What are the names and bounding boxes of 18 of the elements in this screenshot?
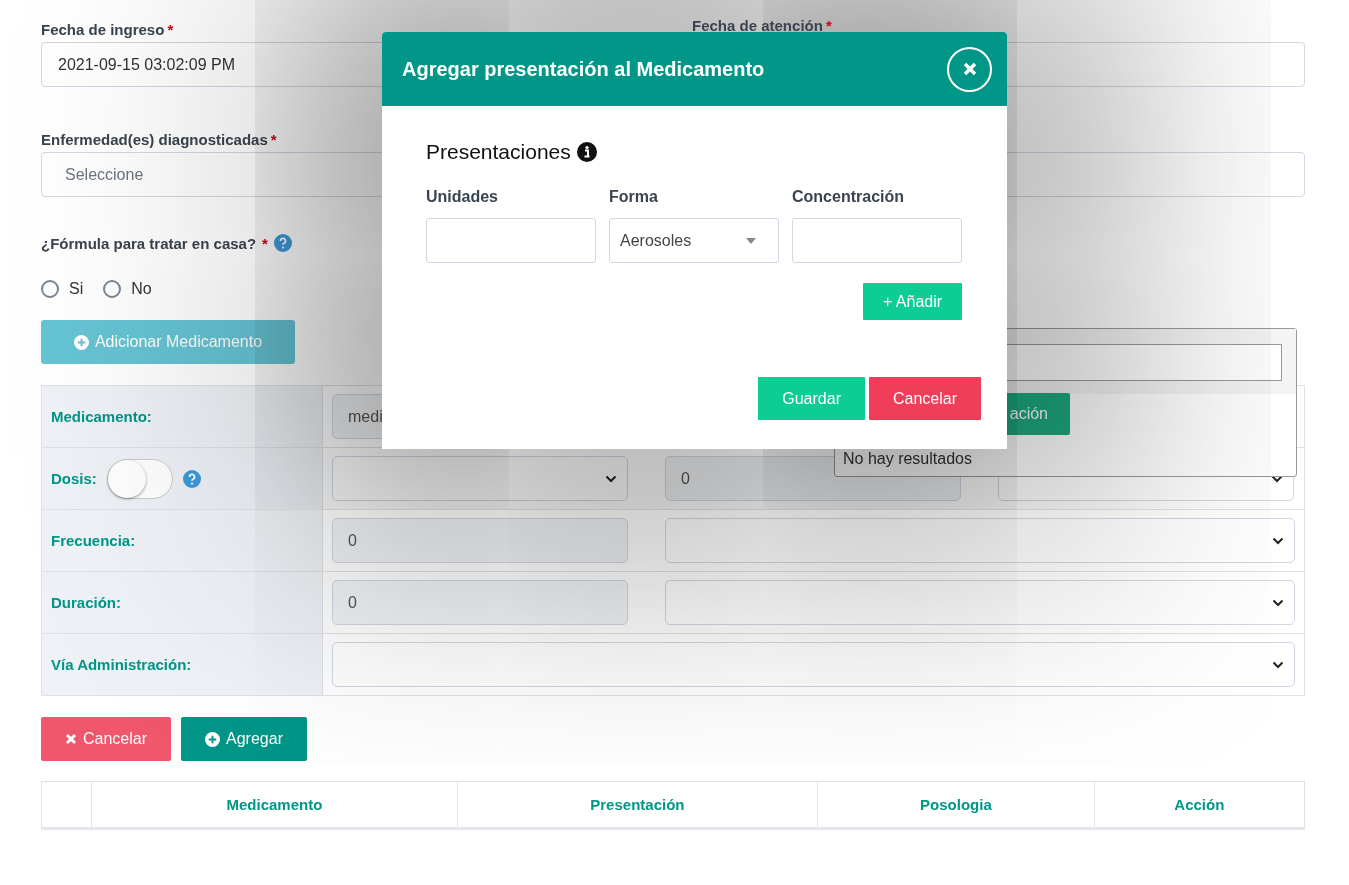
column-header: Acción: [1174, 796, 1225, 813]
required-mark: *: [167, 20, 174, 38]
column-header: Medicamento: [226, 796, 323, 813]
field-label: Fecha de ingreso: [41, 20, 165, 38]
row-label: Duración:: [51, 593, 121, 611]
row-label: Medicamento:: [51, 407, 152, 425]
column-header: Posologia: [920, 796, 992, 813]
field-label: Concentración: [792, 188, 905, 206]
required-mark: *: [270, 130, 277, 148]
required-mark: *: [825, 16, 832, 34]
question-label: ¿Fórmula para tratar en casa?: [41, 234, 257, 252]
field-label: Fecha de atención: [692, 16, 823, 34]
required-mark: *: [262, 234, 268, 252]
row-label: Vía Administración:: [51, 655, 192, 673]
column-header: Presentación: [590, 796, 685, 813]
row-label: Dosis:: [51, 470, 97, 487]
field-label: Enfermedad(es) diagnosticadas: [41, 130, 268, 148]
row-label: Frecuencia:: [51, 531, 136, 549]
